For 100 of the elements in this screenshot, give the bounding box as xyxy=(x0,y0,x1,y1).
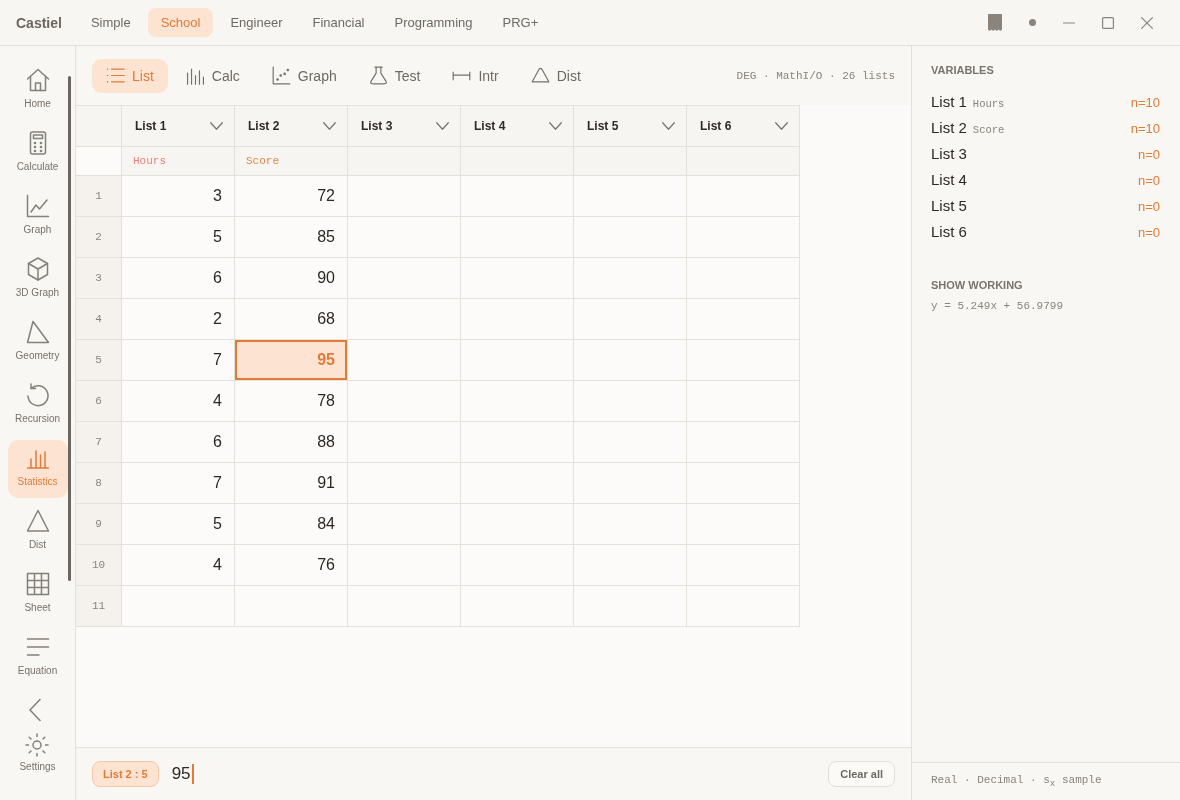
table-cell[interactable] xyxy=(574,299,687,340)
table-cell[interactable]: 84 xyxy=(235,504,348,545)
sidebar-item[interactable]: Calculate xyxy=(7,125,68,183)
chevron-down-icon[interactable] xyxy=(210,122,223,130)
table-cell[interactable] xyxy=(687,586,800,627)
table-cell[interactable]: 7 xyxy=(122,340,235,381)
table-cell[interactable]: 68 xyxy=(235,299,348,340)
table-cell[interactable] xyxy=(687,340,800,381)
table-cell[interactable] xyxy=(235,586,348,627)
clear-all-button[interactable]: Clear all xyxy=(828,761,895,787)
table-cell[interactable]: 2 xyxy=(122,299,235,340)
table-cell[interactable] xyxy=(461,586,574,627)
chevron-left-icon[interactable] xyxy=(28,698,41,722)
sidebar-item[interactable]: Dist xyxy=(7,503,68,561)
sidebar-item[interactable]: Equation xyxy=(7,629,68,687)
table-cell[interactable] xyxy=(574,217,687,258)
table-cell[interactable]: 4 xyxy=(122,381,235,422)
chevron-down-icon[interactable] xyxy=(775,122,788,130)
table-cell[interactable] xyxy=(687,258,800,299)
table-cell[interactable]: 78 xyxy=(235,381,348,422)
table-cell[interactable] xyxy=(574,504,687,545)
table-cell[interactable] xyxy=(687,545,800,586)
maximize-icon[interactable] xyxy=(1102,16,1114,29)
table-cell[interactable] xyxy=(461,176,574,217)
sidebar-item[interactable]: Sheet xyxy=(7,566,68,624)
toolbar-tab[interactable]: Dist xyxy=(516,58,595,93)
chevron-down-icon[interactable] xyxy=(323,122,336,130)
table-cell[interactable] xyxy=(348,299,461,340)
table-cell[interactable] xyxy=(574,463,687,504)
table-cell[interactable] xyxy=(461,504,574,545)
table-cell[interactable] xyxy=(687,299,800,340)
table-cell[interactable] xyxy=(461,299,574,340)
table-cell[interactable] xyxy=(574,586,687,627)
table-cell[interactable] xyxy=(574,381,687,422)
table-cell[interactable] xyxy=(461,422,574,463)
table-cell[interactable] xyxy=(348,545,461,586)
close-icon[interactable] xyxy=(1141,16,1153,29)
table-cell[interactable] xyxy=(574,545,687,586)
table-cell[interactable]: 3 xyxy=(122,176,235,217)
table-cell[interactable] xyxy=(348,586,461,627)
table-cell[interactable] xyxy=(348,463,461,504)
table-cell[interactable]: 5 xyxy=(122,217,235,258)
chevron-down-icon[interactable] xyxy=(549,122,562,130)
sidebar-item[interactable]: 3D Graph xyxy=(7,251,68,309)
sidebar-item[interactable]: Recursion xyxy=(7,377,68,435)
table-cell[interactable] xyxy=(348,340,461,381)
mode-tab[interactable]: Engineer xyxy=(217,8,296,37)
table-cell[interactable] xyxy=(348,258,461,299)
table-cell[interactable] xyxy=(687,176,800,217)
sidebar-item[interactable]: Home xyxy=(7,62,68,120)
table-cell[interactable] xyxy=(122,586,235,627)
table-cell[interactable] xyxy=(574,258,687,299)
sidebar-item[interactable]: Geometry xyxy=(7,314,68,372)
table-cell[interactable] xyxy=(687,504,800,545)
table-cell[interactable]: 88 xyxy=(235,422,348,463)
toolbar-tab[interactable]: Intr xyxy=(438,58,513,93)
table-cell[interactable] xyxy=(461,217,574,258)
table-cell[interactable] xyxy=(348,381,461,422)
table-cell[interactable] xyxy=(687,422,800,463)
table-cell[interactable] xyxy=(574,176,687,217)
chevron-down-icon[interactable] xyxy=(436,122,449,130)
chevron-down-icon[interactable] xyxy=(662,122,675,130)
mode-tab[interactable]: Financial xyxy=(299,8,378,37)
table-cell[interactable]: 76 xyxy=(235,545,348,586)
table-cell[interactable] xyxy=(348,217,461,258)
table-cell[interactable]: 90 xyxy=(235,258,348,299)
table-cell[interactable] xyxy=(461,340,574,381)
mode-tab[interactable]: PRG+ xyxy=(489,8,552,37)
table-cell[interactable] xyxy=(348,176,461,217)
table-cell[interactable] xyxy=(687,217,800,258)
table-cell[interactable] xyxy=(574,340,687,381)
table-cell[interactable]: 91 xyxy=(235,463,348,504)
settings-button[interactable]: Settings xyxy=(19,733,56,773)
mode-tab[interactable]: Simple xyxy=(77,8,144,37)
table-cell[interactable]: 7 xyxy=(122,463,235,504)
table-cell[interactable] xyxy=(687,381,800,422)
minimize-icon[interactable] xyxy=(1063,21,1075,24)
mode-tab[interactable]: Programming xyxy=(381,8,486,37)
table-cell[interactable] xyxy=(687,463,800,504)
table-cell[interactable] xyxy=(461,463,574,504)
table-cell[interactable]: 6 xyxy=(122,422,235,463)
table-cell[interactable] xyxy=(461,258,574,299)
table-cell[interactable]: 4 xyxy=(122,545,235,586)
toolbar-tab[interactable]: Graph xyxy=(257,58,351,93)
receipt-icon[interactable] xyxy=(988,14,1002,31)
table-cell[interactable] xyxy=(348,504,461,545)
table-cell[interactable]: 5 xyxy=(122,504,235,545)
table-cell[interactable]: 85 xyxy=(235,217,348,258)
toolbar-tab[interactable]: Test xyxy=(354,58,435,93)
table-cell[interactable] xyxy=(461,545,574,586)
table-cell[interactable]: 72 xyxy=(235,176,348,217)
table-cell[interactable]: 6 xyxy=(122,258,235,299)
table-cell[interactable] xyxy=(574,422,687,463)
scrollbar-thumb[interactable] xyxy=(68,76,71,581)
dot-icon[interactable] xyxy=(1029,19,1036,26)
table-cell[interactable] xyxy=(461,381,574,422)
sidebar-item[interactable]: Graph xyxy=(7,188,68,246)
table-cell[interactable] xyxy=(348,422,461,463)
toolbar-tab[interactable]: Calc xyxy=(171,58,254,93)
entry-field[interactable]: 95 xyxy=(171,764,194,784)
